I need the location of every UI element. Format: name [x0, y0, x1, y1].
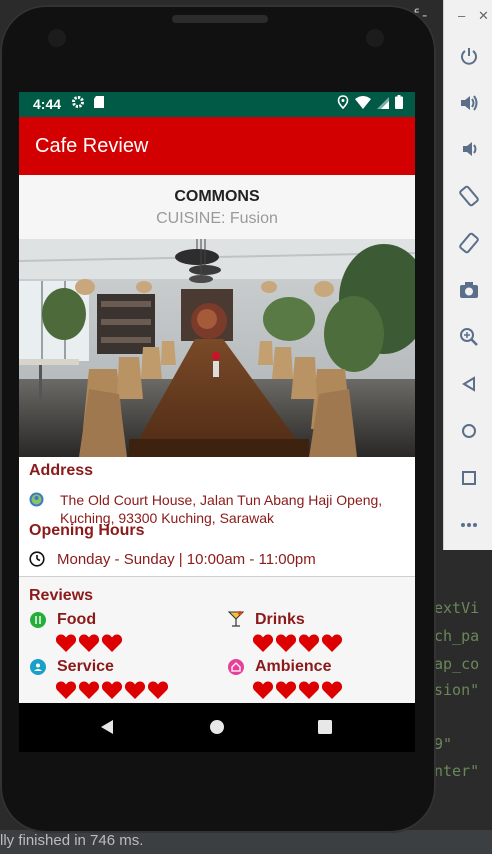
sensor-dot: [366, 29, 384, 47]
emulator-toolbar: – ✕: [443, 0, 492, 550]
heart-icon: [275, 634, 297, 652]
heart-icon: [55, 681, 77, 699]
heart-icon: [252, 634, 274, 652]
nav-back-icon[interactable]: [95, 715, 119, 739]
heart-icon: [78, 681, 100, 699]
heart-icon: [78, 634, 100, 652]
heart-icon: [298, 634, 320, 652]
heart-icon: [124, 681, 146, 699]
cafe-cuisine: CUISINE: Fusion: [156, 210, 278, 227]
heart-icon: [101, 681, 123, 699]
code-line: 9": [434, 735, 453, 753]
close-button[interactable]: ✕: [478, 8, 489, 24]
wifi-icon: [355, 95, 371, 114]
rotate-left-icon[interactable]: [444, 173, 492, 219]
heart-icon: [101, 634, 123, 652]
code-line: nter": [434, 762, 480, 780]
opening-hours-title: Opening Hours: [29, 522, 145, 539]
zoom-icon[interactable]: [444, 314, 492, 360]
heart-icon: [147, 681, 169, 699]
back-icon[interactable]: [444, 361, 492, 407]
ambience-rating: [252, 680, 343, 700]
drinks-rating: [252, 633, 343, 653]
location-pin-icon: [29, 492, 44, 507]
overview-icon[interactable]: [444, 455, 492, 501]
reviews-title: Reviews: [29, 587, 94, 604]
minimize-button[interactable]: –: [458, 8, 465, 23]
ide-status-text: lly finished in 746 ms.: [0, 832, 144, 849]
address-title: Address: [29, 462, 94, 479]
service-icon: [30, 659, 46, 675]
ambience-label: Ambience: [255, 658, 332, 675]
volume-up-icon[interactable]: [444, 80, 492, 126]
volume-down-icon[interactable]: [444, 126, 492, 172]
settings-gear-icon: [71, 95, 85, 114]
food-rating: [55, 633, 123, 653]
more-icon[interactable]: [444, 502, 492, 548]
service-label: Service: [57, 658, 114, 675]
app-title: Cafe Review: [35, 135, 149, 157]
status-time: 4:44: [33, 96, 62, 112]
code-line: ch_pa: [434, 627, 480, 645]
reviews-section: Reviews Food Drinks Service Ambience: [19, 577, 415, 703]
address-line-1: The Old Court House, Jalan Tun Abang Haj…: [60, 492, 383, 508]
code-line: ap_co: [434, 655, 480, 673]
app-bar: Cafe Review: [19, 117, 415, 175]
camera-dot: [48, 29, 66, 47]
device-screen: 4:44 Cafe Review COMMONS CUISINE: Fusion…: [19, 92, 415, 752]
heart-icon: [252, 681, 274, 699]
home-icon[interactable]: [444, 408, 492, 454]
food-label: Food: [57, 611, 97, 628]
code-line: sion": [434, 681, 480, 699]
fork-knife-icon: [30, 612, 46, 628]
camera-icon[interactable]: [444, 267, 492, 313]
speaker: [172, 15, 268, 23]
info-section: Address The Old Court House, Jalan Tun A…: [19, 457, 415, 577]
rotate-right-icon[interactable]: [444, 220, 492, 266]
power-icon[interactable]: [444, 33, 492, 79]
heart-icon: [321, 634, 343, 652]
opening-hours-text: Monday - Sunday | 10:00am - 11:00pm: [57, 551, 316, 568]
battery-icon: [395, 95, 403, 114]
signal-icon: [377, 96, 389, 114]
heart-icon: [275, 681, 297, 699]
cafe-name: COMMONS: [174, 188, 260, 205]
cocktail-icon: [228, 611, 244, 627]
sd-card-icon: [93, 95, 105, 114]
heart-icon: [321, 681, 343, 699]
nav-overview-icon[interactable]: [313, 715, 337, 739]
navigation-bar: [19, 703, 415, 752]
location-icon: [337, 95, 349, 114]
clock-icon: [29, 551, 45, 567]
code-line: extVi: [434, 599, 480, 617]
cafe-photo: [19, 239, 415, 457]
cafe-header: COMMONS CUISINE: Fusion: [19, 175, 415, 239]
heart-icon: [55, 634, 77, 652]
service-rating: [55, 680, 169, 700]
status-bar: 4:44: [19, 92, 415, 117]
heart-icon: [298, 681, 320, 699]
nav-home-icon[interactable]: [205, 715, 229, 739]
ambience-icon: [228, 659, 244, 675]
drinks-label: Drinks: [255, 611, 305, 628]
